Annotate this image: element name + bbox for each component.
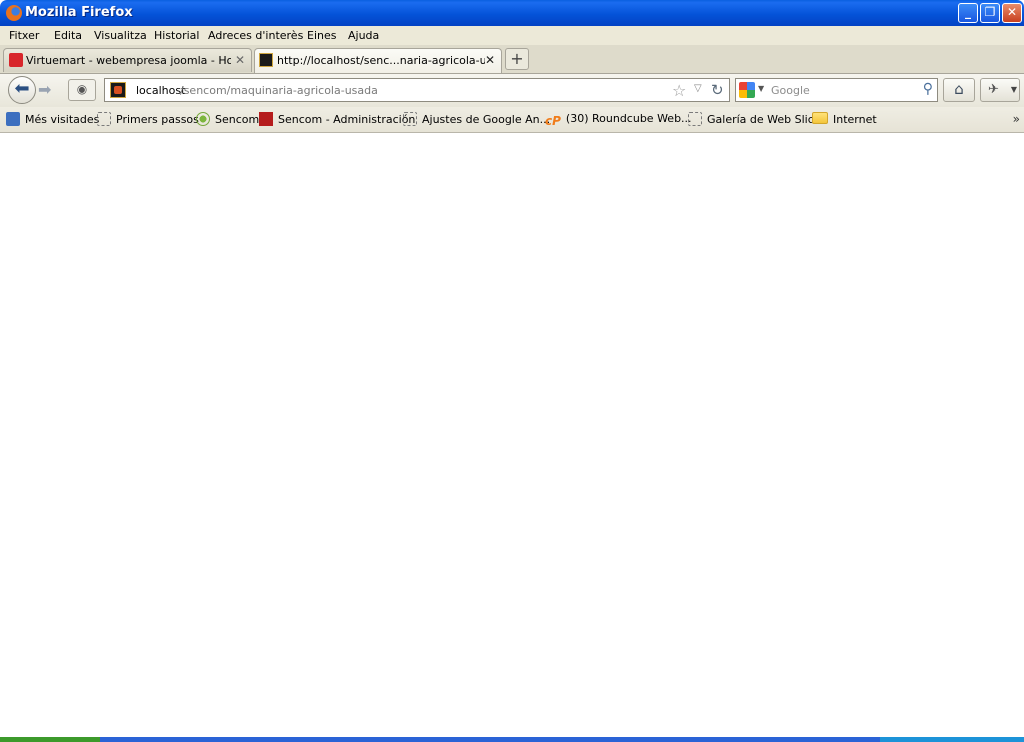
- tab-label: http://localhost/senc...naria-agricola-u…: [277, 54, 485, 67]
- bookmark-primers-passos[interactable]: Primers passos: [97, 112, 199, 126]
- home-button[interactable]: ⌂: [943, 78, 975, 102]
- bookmark-label: Ajustes de Google An...: [422, 113, 551, 126]
- page-icon: [97, 112, 111, 126]
- menu-eines[interactable]: Eines: [307, 29, 336, 42]
- google-icon[interactable]: [739, 82, 755, 98]
- bookmark-roundcube[interactable]: cP (30) Roundcube Web...: [545, 112, 692, 128]
- url-path[interactable]: /sencom/maquinaria-agricola-usada: [180, 84, 378, 97]
- tab-strip: Virtuemart - webempresa joomla - Hostin.…: [0, 45, 1024, 74]
- page-icon: [688, 112, 702, 126]
- bookmark-internet-folder[interactable]: Internet: [812, 112, 877, 126]
- back-button[interactable]: ⬅: [8, 76, 36, 104]
- menu-historial[interactable]: Historial: [154, 29, 199, 42]
- url-bar[interactable]: localhost /sencom/maquinaria-agricola-us…: [104, 78, 730, 102]
- menu-edita[interactable]: Edita: [54, 29, 82, 42]
- bookmark-mes-visitades[interactable]: Més visitades: [6, 112, 99, 126]
- tab-label: Virtuemart - webempresa joomla - Hostin.…: [26, 54, 231, 67]
- menu-adreces[interactable]: Adreces d'interès: [208, 29, 303, 42]
- bookmark-sencom-admin[interactable]: Sencom - Administración: [259, 112, 415, 126]
- sencom-admin-icon: [259, 112, 273, 126]
- close-tab-icon[interactable]: ✕: [485, 53, 495, 67]
- restore-button[interactable]: ❐: [980, 3, 1000, 23]
- chevron-down-icon[interactable]: ▼: [1011, 85, 1017, 94]
- bookmark-label: Primers passos: [116, 113, 199, 126]
- close-tab-icon[interactable]: ✕: [235, 53, 245, 67]
- folder-icon: [812, 112, 828, 124]
- bookmark-sencom[interactable]: Sencom: [196, 112, 259, 126]
- url-host[interactable]: localhost: [136, 84, 185, 97]
- tab-virtuemart[interactable]: Virtuemart - webempresa joomla - Hostin.…: [3, 48, 252, 72]
- menu-visualitza[interactable]: Visualitza: [94, 29, 147, 42]
- firefox-logo-icon: [6, 5, 22, 21]
- menu-fitxer[interactable]: Fitxer: [9, 29, 39, 42]
- bookmarks-toolbar: Més visitades Primers passos Sencom Senc…: [0, 107, 1024, 133]
- bookmark-web-slice[interactable]: Galería de Web Slice: [688, 112, 821, 126]
- bookmark-label: Galería de Web Slice: [707, 113, 821, 126]
- joomla-site-icon: [259, 53, 273, 67]
- menu-bar: Fitxer Edita Visualitza Historial Adrece…: [0, 26, 1024, 45]
- addon-button[interactable]: ✈ ▼: [980, 78, 1020, 102]
- window-title: Mozilla Firefox: [25, 5, 133, 20]
- bookmark-label: Més visitades: [25, 113, 100, 126]
- minimize-button[interactable]: _: [958, 3, 978, 23]
- page-icon: [403, 112, 417, 126]
- addon-icon: ✈: [988, 82, 999, 97]
- search-bar[interactable]: ▼ Google ⚲: [735, 78, 938, 102]
- bookmark-label: Sencom - Administración: [278, 113, 416, 126]
- tab-localhost[interactable]: http://localhost/senc...naria-agricola-u…: [254, 48, 502, 73]
- most-visited-icon: [6, 112, 20, 126]
- taskbar: [0, 737, 1024, 742]
- bookmark-label: Internet: [833, 113, 877, 126]
- title-bar: Mozilla Firefox _ ❐ ✕: [0, 0, 1024, 26]
- webempresa-icon: [9, 53, 23, 67]
- bookmark-label: Sencom: [215, 113, 260, 126]
- menu-ajuda[interactable]: Ajuda: [348, 29, 379, 42]
- bookmarks-overflow-chevron[interactable]: »: [1013, 112, 1020, 126]
- search-engine-dropdown-icon[interactable]: ▼: [758, 84, 764, 93]
- new-tab-button[interactable]: +: [505, 48, 529, 70]
- bookmark-ajustes-google[interactable]: Ajustes de Google An...: [403, 112, 550, 126]
- site-identity-icon[interactable]: [110, 82, 126, 98]
- bookmark-star-icon[interactable]: ☆: [672, 81, 686, 100]
- page-content[interactable]: [0, 133, 1024, 737]
- navigation-toolbar: ⬅ ➡ ◉ localhost /sencom/maquinaria-agric…: [0, 74, 1024, 107]
- bookmark-label: (30) Roundcube Web...: [565, 112, 692, 125]
- cpanel-icon: cP: [545, 114, 561, 128]
- history-dropdown-icon[interactable]: ▽: [694, 83, 702, 94]
- reload-icon[interactable]: ↻: [711, 81, 724, 99]
- close-window-button[interactable]: ✕: [1002, 3, 1022, 23]
- forward-button[interactable]: ➡: [38, 80, 51, 99]
- tab-groups-button[interactable]: ◉: [68, 79, 96, 101]
- search-go-icon[interactable]: ⚲: [923, 81, 933, 97]
- search-input[interactable]: Google: [771, 84, 810, 97]
- sencom-icon: [196, 112, 210, 126]
